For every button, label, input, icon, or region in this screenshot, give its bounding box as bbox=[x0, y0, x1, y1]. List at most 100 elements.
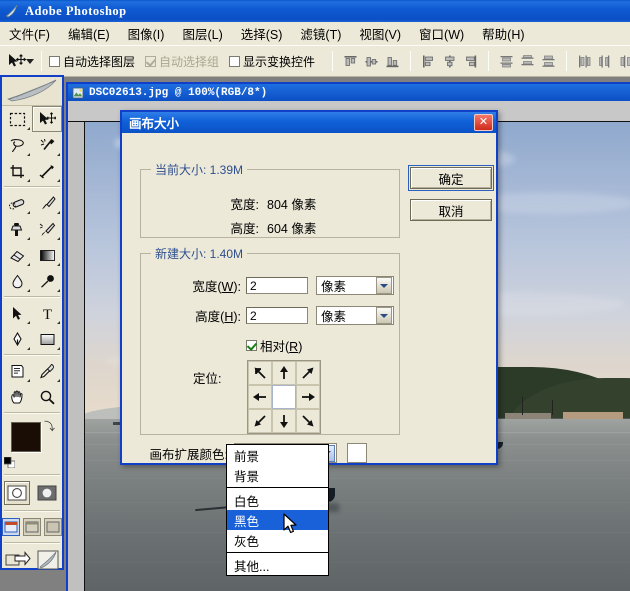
slice-tool-icon[interactable] bbox=[32, 158, 62, 184]
foreground-color-swatch[interactable] bbox=[11, 422, 41, 452]
dodge-tool-icon[interactable] bbox=[32, 268, 62, 294]
zoom-tool-icon[interactable] bbox=[32, 384, 62, 410]
canvas-size-dialog: 画布大小 ✕ 当前大小: 1.39M 宽度: 804 像素 高度: 604 像素… bbox=[120, 110, 498, 465]
checkbox-show-transform-controls[interactable]: 显示变换控件 bbox=[229, 53, 315, 70]
align-horizontal-centers-icon[interactable] bbox=[440, 52, 459, 71]
anchor-bottom-right[interactable] bbox=[296, 409, 320, 433]
menu-file[interactable]: 文件(F) bbox=[0, 21, 59, 46]
chevron-down-icon[interactable] bbox=[376, 307, 392, 324]
standard-screen-mode-icon[interactable] bbox=[2, 518, 20, 536]
new-width-input[interactable] bbox=[246, 277, 308, 294]
swap-colors-icon[interactable]: ⤵ bbox=[44, 418, 55, 434]
anchor-top-center[interactable] bbox=[272, 361, 296, 385]
align-right-edges-icon[interactable] bbox=[461, 52, 480, 71]
new-height-input[interactable] bbox=[246, 307, 308, 324]
standard-mask-mode-icon[interactable] bbox=[4, 481, 30, 505]
healing-brush-tool-icon[interactable] bbox=[2, 190, 32, 216]
relative-label-key: R bbox=[289, 340, 299, 354]
brush-tool-icon[interactable] bbox=[32, 190, 62, 216]
notes-tool-icon[interactable] bbox=[2, 358, 32, 384]
relative-checkbox[interactable]: 相对(R) bbox=[246, 336, 302, 355]
canvas-extension-color-swatch[interactable] bbox=[347, 443, 367, 463]
new-width-unit-combo[interactable]: 像素 bbox=[316, 276, 394, 295]
chevron-down-icon[interactable] bbox=[376, 277, 392, 294]
path-selection-tool-icon[interactable] bbox=[2, 300, 32, 326]
document-title: DSC02613.jpg @ 100%(RGB/8*) bbox=[89, 86, 268, 99]
auto-select-layer-checkbox-box[interactable] bbox=[49, 55, 60, 67]
anchor-middle-right[interactable] bbox=[296, 385, 320, 409]
menu-layer[interactable]: 图层(L) bbox=[173, 21, 231, 46]
anchor-middle-left[interactable] bbox=[248, 385, 272, 409]
anchor-bottom-center[interactable] bbox=[272, 409, 296, 433]
blur-tool-icon[interactable] bbox=[2, 268, 32, 294]
move-tool-icon[interactable] bbox=[32, 106, 62, 132]
crop-tool-icon[interactable] bbox=[2, 158, 32, 184]
photoshop-badge-icon[interactable] bbox=[37, 550, 59, 573]
marquee-tool-icon[interactable] bbox=[2, 106, 32, 132]
dropdown-separator-1 bbox=[227, 487, 328, 488]
canvas-extension-color-label: 画布扩展颜色: bbox=[149, 447, 228, 462]
align-top-edges-icon[interactable] bbox=[341, 52, 360, 71]
anchor-top-left[interactable] bbox=[248, 361, 272, 385]
full-screen-mode-icon[interactable] bbox=[44, 518, 62, 536]
dropdown-item-foreground[interactable]: 前景 bbox=[227, 445, 328, 465]
ok-button[interactable]: 确定 bbox=[408, 165, 494, 191]
pen-tool-icon[interactable] bbox=[2, 326, 32, 352]
distribute-horizontal-centers-icon[interactable] bbox=[596, 52, 615, 71]
history-brush-tool-icon[interactable] bbox=[32, 216, 62, 242]
screen-mode-buttons bbox=[2, 514, 62, 540]
menu-edit[interactable]: 编辑(E) bbox=[59, 21, 119, 46]
anchor-top-right[interactable] bbox=[296, 361, 320, 385]
distribute-right-edges-icon[interactable] bbox=[617, 52, 630, 71]
menu-window[interactable]: 窗口(W) bbox=[410, 21, 473, 46]
jump-to-imageready-icon[interactable] bbox=[5, 550, 31, 573]
eraser-tool-icon[interactable] bbox=[2, 242, 32, 268]
close-icon[interactable]: ✕ bbox=[474, 114, 493, 131]
menu-filter[interactable]: 滤镜(T) bbox=[291, 21, 350, 46]
dropdown-item-background[interactable]: 背景 bbox=[227, 465, 328, 485]
dropdown-item-gray[interactable]: 灰色 bbox=[227, 530, 328, 550]
menu-view[interactable]: 视图(V) bbox=[350, 21, 410, 46]
align-left-edges-icon[interactable] bbox=[419, 52, 438, 71]
magic-wand-tool-icon[interactable] bbox=[32, 132, 62, 158]
full-screen-with-menubar-icon[interactable] bbox=[23, 518, 41, 536]
current-height-row: 高度: 604 像素 bbox=[141, 218, 399, 237]
distribute-top-edges-icon[interactable] bbox=[497, 52, 516, 71]
clone-stamp-tool-icon[interactable] bbox=[2, 216, 32, 242]
dropdown-item-black[interactable]: 黑色 bbox=[227, 510, 328, 530]
shape-tool-icon[interactable] bbox=[32, 326, 62, 352]
menu-help[interactable]: 帮助(H) bbox=[473, 21, 533, 46]
dropdown-item-other[interactable]: 其他... bbox=[227, 555, 328, 575]
dropdown-item-white[interactable]: 白色 bbox=[227, 490, 328, 510]
tool-preset-chevron-down-icon[interactable] bbox=[26, 50, 34, 72]
move-tool-icon[interactable] bbox=[6, 50, 26, 72]
show-transform-controls-checkbox-box[interactable] bbox=[229, 55, 241, 67]
quick-mask-mode-icon[interactable] bbox=[34, 481, 60, 505]
dialog-titlebar[interactable]: 画布大小 ✕ bbox=[122, 112, 496, 133]
align-bottom-edges-icon[interactable] bbox=[383, 52, 402, 71]
distribute-bottom-edges-icon[interactable] bbox=[539, 52, 558, 71]
distribute-left-edges-icon[interactable] bbox=[575, 52, 594, 71]
eyedropper-tool-icon[interactable] bbox=[32, 358, 62, 384]
gradient-tool-icon[interactable] bbox=[32, 242, 62, 268]
anchor-bottom-left[interactable] bbox=[248, 409, 272, 433]
default-colors-icon[interactable] bbox=[3, 456, 16, 469]
menu-select[interactable]: 选择(S) bbox=[232, 21, 292, 46]
distribute-vertical-centers-icon[interactable] bbox=[518, 52, 537, 71]
document-titlebar[interactable]: DSC02613.jpg @ 100%(RGB/8*) bbox=[68, 84, 630, 101]
menu-image[interactable]: 图像(I) bbox=[119, 21, 174, 46]
photoshop-feather-icon bbox=[5, 4, 19, 18]
new-height-unit-value: 像素 bbox=[321, 310, 347, 324]
new-width-label-key: W bbox=[221, 280, 234, 294]
current-width-row: 宽度: 804 像素 bbox=[141, 194, 399, 213]
new-height-unit-combo[interactable]: 像素 bbox=[316, 306, 394, 325]
anchor-center[interactable] bbox=[272, 385, 296, 409]
relative-checkbox-box[interactable] bbox=[246, 340, 257, 351]
cancel-button[interactable]: 取消 bbox=[410, 199, 492, 221]
lasso-tool-icon[interactable] bbox=[2, 132, 32, 158]
align-vertical-centers-icon[interactable] bbox=[362, 52, 381, 71]
type-tool-icon[interactable]: T bbox=[32, 300, 62, 326]
checkbox-auto-select-layer[interactable]: 自动选择图层 bbox=[49, 53, 135, 70]
toolbox-header[interactable] bbox=[2, 77, 62, 106]
hand-tool-icon[interactable] bbox=[2, 384, 32, 410]
